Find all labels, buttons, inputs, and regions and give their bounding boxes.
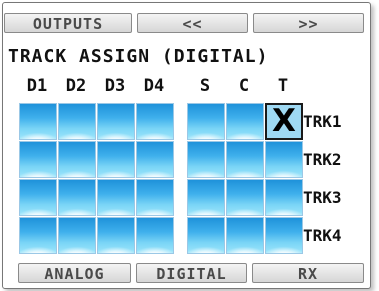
column-header-d4: D4	[143, 76, 165, 96]
assign-cell-trk3-d3[interactable]	[97, 179, 135, 216]
next-page-button[interactable]: >>	[253, 13, 364, 33]
selected-x-mark: X	[272, 103, 296, 139]
row-label-trk3: TRK3	[303, 188, 342, 207]
assign-cell-trk1-c[interactable]	[226, 103, 264, 140]
assign-cell-trk1-d1[interactable]	[19, 103, 57, 140]
assign-cell-trk4-d1[interactable]	[19, 217, 57, 254]
assign-cell-trk1-d2[interactable]	[58, 103, 96, 140]
row-label-trk1: TRK1	[303, 112, 342, 131]
assign-cell-trk4-c[interactable]	[226, 217, 264, 254]
assign-cell-trk1-d4[interactable]	[136, 103, 174, 140]
page-title: TRACK ASSIGN (DIGITAL)	[8, 46, 269, 67]
assign-cell-trk4-d3[interactable]	[97, 217, 135, 254]
assign-cell-trk4-d4[interactable]	[136, 217, 174, 254]
assign-cell-trk2-d1[interactable]	[19, 141, 57, 178]
column-header-s: S	[199, 76, 211, 96]
assign-cell-trk2-d4[interactable]	[136, 141, 174, 178]
assign-cell-trk2-d3[interactable]	[97, 141, 135, 178]
assign-cell-trk1-d3[interactable]	[97, 103, 135, 140]
row-label-trk4: TRK4	[303, 226, 342, 245]
column-header-d3: D3	[104, 76, 126, 96]
assign-cell-trk2-d2[interactable]	[58, 141, 96, 178]
column-header-d2: D2	[65, 76, 87, 96]
column-header-t: T	[277, 76, 289, 96]
assign-cell-trk2-t[interactable]	[265, 141, 303, 178]
assign-cell-trk4-t[interactable]	[265, 217, 303, 254]
column-header-d1: D1	[26, 76, 48, 96]
assign-cell-trk3-d4[interactable]	[136, 179, 174, 216]
assign-cell-trk4-d2[interactable]	[58, 217, 96, 254]
assign-cell-trk2-c[interactable]	[226, 141, 264, 178]
assign-cell-trk3-s[interactable]	[187, 179, 225, 216]
assign-cell-trk4-s[interactable]	[187, 217, 225, 254]
analog-tab[interactable]: ANALOG	[18, 263, 131, 283]
assign-cell-trk1-s[interactable]	[187, 103, 225, 140]
row-label-trk2: TRK2	[303, 150, 342, 169]
digital-tab[interactable]: DIGITAL	[136, 263, 247, 283]
assign-cell-trk3-c[interactable]	[226, 179, 264, 216]
assign-cell-trk3-d2[interactable]	[58, 179, 96, 216]
assign-cell-trk1-t[interactable]: X	[265, 103, 303, 140]
prev-page-button[interactable]: <<	[137, 13, 248, 33]
assign-cell-trk2-s[interactable]	[187, 141, 225, 178]
rx-tab[interactable]: RX	[252, 263, 364, 283]
assign-cell-trk3-d1[interactable]	[19, 179, 57, 216]
column-header-c: C	[238, 76, 250, 96]
outputs-button[interactable]: OUTPUTS	[4, 13, 132, 33]
assign-cell-trk3-t[interactable]	[265, 179, 303, 216]
